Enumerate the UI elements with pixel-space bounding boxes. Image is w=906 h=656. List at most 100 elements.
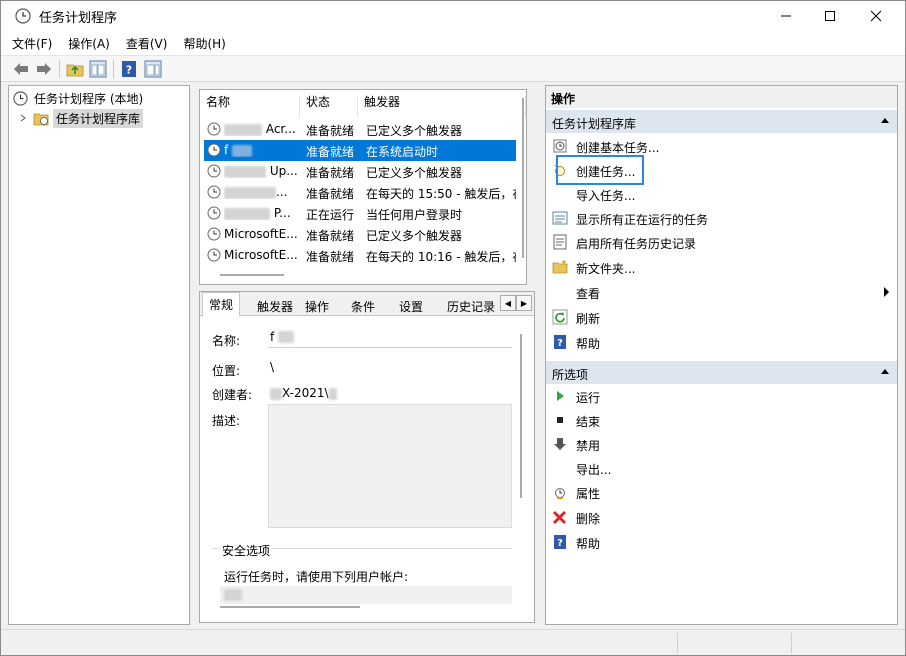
tab-scroll-left-button[interactable]: ◀ — [500, 295, 516, 311]
tree-item-library[interactable]: 任务计划程序库 — [19, 108, 144, 128]
delete-icon — [552, 510, 567, 525]
action-view[interactable]: 查看 — [546, 281, 897, 303]
tree-root-label: 任务计划程序 (本地) — [34, 91, 144, 106]
column-header-trigger[interactable]: 触发器 — [358, 96, 526, 118]
table-row[interactable]: MicrosoftE... 准备就绪 在每天的 10:16 - 触发后，在 — [204, 245, 516, 266]
action-label: 刷新 — [576, 312, 601, 326]
task-name: f — [224, 143, 229, 157]
tab-history[interactable]: 历史记录 — [440, 294, 502, 316]
name-field[interactable]: f — [268, 326, 512, 348]
help-icon: ? — [554, 335, 566, 349]
close-icon — [870, 10, 882, 22]
tab-scroll-arrows: ◀ ▶ — [500, 295, 532, 311]
run-icon — [557, 391, 564, 401]
action-run[interactable]: 运行 — [546, 385, 897, 407]
table-row[interactable]: Acr... 准备就绪 已定义多个触发器 — [204, 119, 516, 140]
action-help-selected[interactable]: ? 帮助 — [546, 531, 897, 553]
run-as-label: 运行任务时，请使用下列用户帐户: — [224, 570, 409, 584]
help-toolbar-icon[interactable]: ? — [120, 60, 138, 78]
action-export[interactable]: 导出... — [546, 457, 897, 479]
tab-general[interactable]: 常规 — [202, 292, 241, 317]
menu-file[interactable]: 文件(F) — [12, 35, 52, 52]
close-button[interactable] — [853, 1, 899, 31]
action-label: 结束 — [576, 415, 601, 429]
details-horizontal-scrollbar[interactable] — [220, 606, 360, 608]
action-create-basic-task[interactable]: 创建基本任务... — [546, 135, 897, 157]
description-field[interactable] — [268, 404, 512, 528]
menu-action[interactable]: 操作(A) — [68, 35, 110, 52]
action-label: 导出... — [576, 463, 612, 477]
action-import-task[interactable]: 导入任务... — [546, 183, 897, 205]
show-hide-action-pane-icon[interactable] — [144, 60, 162, 78]
action-label: 启用所有任务历史记录 — [576, 237, 697, 251]
forward-arrow-icon[interactable] — [35, 60, 53, 78]
collapse-caret-icon[interactable] — [881, 118, 889, 123]
tree-item-root[interactable]: 任务计划程序 (本地) — [13, 88, 143, 108]
help-icon: ? — [554, 535, 566, 549]
action-properties[interactable]: 属性 — [546, 481, 897, 503]
minimize-button[interactable] — [763, 1, 809, 31]
task-trigger: 在每天的 15:50 - 触发后，在 — [366, 187, 516, 201]
action-label: 禁用 — [576, 439, 601, 453]
table-row[interactable]: ... 准备就绪 在每天的 15:50 - 触发后，在 — [204, 182, 516, 203]
action-refresh[interactable]: 刷新 — [546, 306, 897, 328]
section-selected-item-label: 所选项 — [552, 368, 589, 382]
action-help[interactable]: ? 帮助 — [546, 331, 897, 353]
tab-triggers[interactable]: 触发器 — [250, 294, 300, 316]
action-end[interactable]: 结束 — [546, 409, 897, 431]
action-enable-history[interactable]: 启用所有任务历史记录 — [546, 231, 897, 253]
task-status: 正在运行 — [306, 208, 355, 222]
section-selected-item[interactable]: 所选项 — [546, 360, 897, 384]
action-label: 帮助 — [576, 537, 601, 551]
history-icon — [553, 234, 567, 250]
action-disable[interactable]: 禁用 — [546, 433, 897, 455]
status-bar — [1, 629, 905, 655]
folder-icon — [552, 260, 568, 274]
svg-text:?: ? — [126, 64, 132, 77]
details-vertical-scrollbar[interactable] — [520, 334, 522, 498]
redacted-text — [224, 165, 266, 178]
task-status: 准备就绪 — [306, 124, 355, 138]
svg-text:?: ? — [557, 538, 563, 549]
status-separator — [791, 633, 792, 653]
back-arrow-icon[interactable] — [12, 60, 30, 78]
action-show-running-tasks[interactable]: 显示所有正在运行的任务 — [546, 207, 897, 229]
tab-actions[interactable]: 操作 — [298, 294, 336, 316]
task-clock-icon — [207, 143, 221, 157]
menu-view[interactable]: 查看(V) — [126, 35, 168, 52]
tab-conditions[interactable]: 条件 — [344, 294, 382, 316]
action-new-folder[interactable]: 新文件夹... — [546, 256, 897, 278]
show-hide-tree-icon[interactable] — [89, 60, 107, 78]
collapse-caret-icon[interactable] — [881, 369, 889, 374]
table-row[interactable]: Up... 准备就绪 已定义多个触发器 — [204, 161, 516, 182]
center-pane: 名称 状态 触发器 Acr... 准备就绪 已定义多个触发器 f 准备就绪 在系… — [195, 85, 540, 625]
maximize-button[interactable] — [807, 1, 853, 31]
table-row[interactable]: MicrosoftE... 准备就绪 已定义多个触发器 — [204, 224, 516, 245]
task-list-horizontal-scrollbar[interactable] — [220, 274, 284, 276]
task-name: MicrosoftE... — [224, 227, 298, 241]
tree-library-label: 任务计划程序库 — [53, 108, 144, 128]
table-row[interactable]: P... 正在运行 当任何用户登录时 — [204, 203, 516, 224]
task-trigger: 在系统启动时 — [366, 145, 439, 159]
task-list-vertical-scrollbar[interactable] — [522, 98, 524, 258]
redacted-text — [224, 123, 262, 136]
task-trigger: 已定义多个触发器 — [366, 124, 463, 138]
chevron-right-icon[interactable] — [19, 114, 27, 122]
status-separator — [677, 633, 678, 653]
tab-scroll-right-button[interactable]: ▶ — [516, 295, 532, 311]
column-header-name[interactable]: 名称 — [200, 96, 300, 118]
task-clock-icon — [207, 185, 221, 199]
action-delete[interactable]: 删除 — [546, 506, 897, 528]
task-trigger: 已定义多个触发器 — [366, 166, 463, 180]
column-header-status[interactable]: 状态 — [300, 96, 358, 118]
section-task-library[interactable]: 任务计划程序库 — [546, 109, 897, 133]
tab-settings[interactable]: 设置 — [392, 294, 430, 316]
task-clock-icon — [207, 206, 221, 220]
menu-help[interactable]: 帮助(H) — [183, 35, 225, 52]
run-as-user-field[interactable] — [220, 586, 512, 604]
action-label: 属性 — [576, 487, 601, 501]
section-task-library-label: 任务计划程序库 — [552, 117, 637, 131]
table-row-selected[interactable]: f 准备就绪 在系统启动时 — [204, 140, 516, 161]
action-label: 显示所有正在运行的任务 — [576, 213, 709, 227]
up-folder-icon[interactable] — [66, 60, 84, 78]
